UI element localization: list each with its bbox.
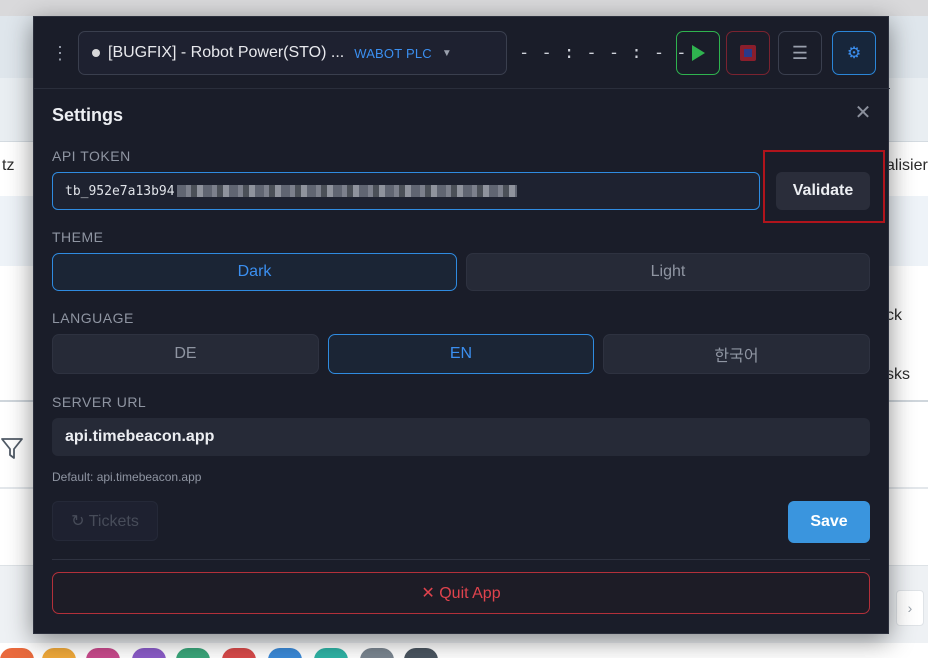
redacted-token	[176, 185, 517, 197]
settings-title: Settings	[52, 105, 124, 125]
task-client: WABOT PLC	[354, 45, 432, 61]
filter-icon[interactable]	[0, 434, 28, 466]
chevron-right-icon[interactable]: ›	[896, 590, 924, 626]
save-button[interactable]: Save	[788, 501, 870, 543]
background-text: tz	[2, 157, 15, 174]
gear-icon: ⚙	[846, 45, 862, 62]
api-token-label: API TOKEN	[52, 148, 131, 164]
language-option-ko[interactable]: 한국어	[603, 334, 870, 374]
settings-popover: ⋮ [BUGFIX] - Robot Power(STO) ... WABOT …	[33, 16, 890, 634]
quit-app-button[interactable]: ✕ Quit App	[52, 572, 870, 614]
play-icon	[692, 45, 705, 61]
highlight-annotation	[763, 150, 885, 223]
api-token-value: tb_952e7a13b94	[65, 183, 175, 199]
settings-button[interactable]: ⚙	[832, 31, 876, 75]
stop-icon	[740, 45, 756, 61]
api-token-input[interactable]: tb_952e7a13b94	[52, 172, 760, 210]
background-text: sks	[886, 366, 910, 383]
task-selector[interactable]: [BUGFIX] - Robot Power(STO) ... WABOT PL…	[78, 31, 507, 75]
status-dot-icon	[92, 49, 100, 57]
caret-down-icon: ▼	[441, 47, 452, 59]
close-icon[interactable]: ✕	[852, 102, 874, 124]
task-name: [BUGFIX] - Robot Power(STO) ...	[108, 44, 345, 61]
timer-display: - - : - - : - -	[519, 43, 688, 63]
list-button[interactable]: ☰	[778, 31, 822, 75]
theme-label: THEME	[52, 229, 104, 245]
server-url-input[interactable]: api.timebeacon.app	[52, 418, 870, 456]
language-option-de[interactable]: DE	[52, 334, 319, 374]
theme-option-light[interactable]: Light	[466, 253, 870, 291]
play-button[interactable]	[676, 31, 720, 75]
background-text: alisier	[886, 157, 928, 174]
language-label: LANGUAGE	[52, 310, 134, 326]
background-color-chips	[0, 648, 928, 658]
language-option-en[interactable]: EN	[328, 334, 594, 374]
server-url-hint: Default: api.timebeacon.app	[52, 470, 202, 484]
list-icon: ☰	[791, 42, 809, 63]
timer-toolbar: ⋮ [BUGFIX] - Robot Power(STO) ... WABOT …	[34, 17, 890, 89]
server-url-label: SERVER URL	[52, 394, 147, 410]
refresh-tickets-button[interactable]: ↻ Tickets	[52, 501, 158, 541]
theme-option-dark[interactable]: Dark	[52, 253, 457, 291]
stop-button[interactable]	[726, 31, 770, 75]
menu-kebab-icon[interactable]: ⋮	[51, 41, 69, 65]
divider	[52, 559, 870, 560]
